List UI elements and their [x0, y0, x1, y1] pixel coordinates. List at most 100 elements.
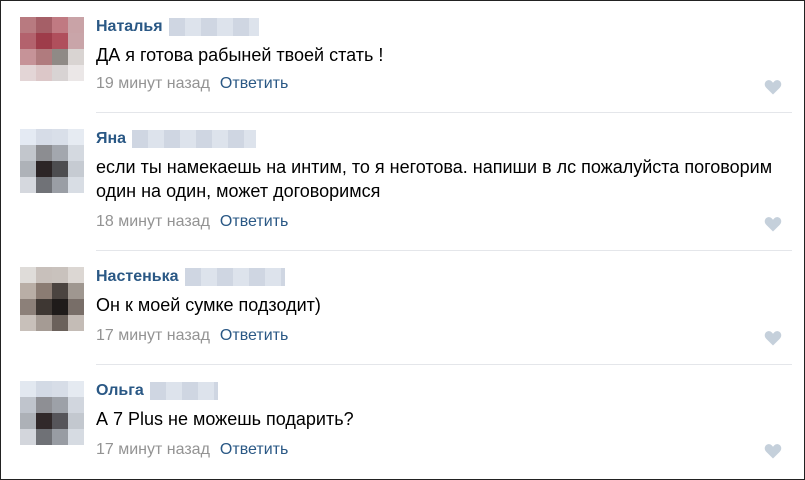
- comment-item: Настенька Он к моей сумке подзодит) 17 м…: [1, 251, 804, 365]
- avatar-pixel: [20, 267, 36, 283]
- avatar-pixel: [68, 397, 84, 413]
- avatar-pixel: [20, 129, 36, 145]
- avatar[interactable]: [20, 267, 84, 331]
- comment-time[interactable]: 19 минут назад: [96, 75, 210, 92]
- avatar-pixel: [20, 299, 36, 315]
- avatar-pixel: [52, 17, 68, 33]
- avatar-pixel: [68, 267, 84, 283]
- avatar-pixel: [36, 65, 52, 81]
- avatar[interactable]: [20, 17, 84, 81]
- heart-icon[interactable]: [764, 79, 782, 95]
- avatar-pixel: [36, 161, 52, 177]
- avatar-pixel: [36, 397, 52, 413]
- avatar-pixel: [36, 429, 52, 445]
- comment-text: Он к моей сумке подзодит): [96, 295, 321, 315]
- avatar-pixel: [36, 283, 52, 299]
- avatar[interactable]: [20, 129, 84, 193]
- avatar-pixel: [68, 17, 84, 33]
- comment-text: ДА я готова рабыней твоей стать !: [96, 45, 384, 65]
- avatar-pixel: [36, 315, 52, 331]
- author-row: Настенька: [96, 266, 285, 288]
- comment-text: А 7 Plus не можешь подарить?: [96, 409, 354, 429]
- heart-icon[interactable]: [764, 443, 782, 459]
- heart-icon[interactable]: [764, 216, 782, 232]
- avatar-pixel: [52, 315, 68, 331]
- avatar-pixel: [20, 49, 36, 65]
- reply-link[interactable]: Ответить: [220, 327, 288, 344]
- comment-item: Яна если ты намекаешь на интим, то я нег…: [1, 113, 804, 251]
- comment-meta: 17 минут назад Ответить: [96, 441, 288, 459]
- avatar-pixel: [52, 429, 68, 445]
- avatar-pixel: [52, 397, 68, 413]
- avatar-pixel: [20, 33, 36, 49]
- comment-text: если ты намекаешь на интим, то я неготов…: [96, 157, 773, 201]
- comment-time[interactable]: 17 минут назад: [96, 441, 210, 458]
- avatar-pixel: [68, 65, 84, 81]
- avatar-pixel: [36, 267, 52, 283]
- avatar-pixel: [36, 49, 52, 65]
- avatar-pixel: [52, 413, 68, 429]
- avatar-pixel: [20, 145, 36, 161]
- avatar-pixel: [20, 315, 36, 331]
- avatar-pixel: [68, 413, 84, 429]
- author-name[interactable]: Яна: [96, 130, 126, 148]
- avatar-pixel: [68, 315, 84, 331]
- avatar-pixel: [20, 177, 36, 193]
- reply-link[interactable]: Ответить: [220, 75, 288, 92]
- avatar-pixel: [20, 283, 36, 299]
- avatar-pixel: [52, 283, 68, 299]
- comment-item: Ольга А 7 Plus не можешь подарить? 17 ми…: [1, 365, 804, 479]
- heart-icon[interactable]: [764, 330, 782, 346]
- avatar-pixel: [52, 65, 68, 81]
- avatar-pixel: [20, 161, 36, 177]
- avatar-pixel: [20, 413, 36, 429]
- avatar-pixel: [36, 299, 52, 315]
- blurred-surname: [132, 130, 257, 148]
- comment-item: Наталья ДА я готова рабыней твоей стать …: [1, 1, 804, 113]
- avatar-pixel: [68, 161, 84, 177]
- avatar-pixel: [52, 381, 68, 397]
- avatar-pixel: [20, 397, 36, 413]
- reply-link[interactable]: Ответить: [220, 441, 288, 458]
- avatar-pixel: [68, 177, 84, 193]
- comment-meta: 18 минут назад Ответить: [96, 213, 288, 231]
- avatar[interactable]: [20, 381, 84, 445]
- avatar-pixel: [36, 381, 52, 397]
- avatar-pixel: [68, 429, 84, 445]
- blurred-surname: [168, 18, 259, 36]
- avatar-pixel: [68, 33, 84, 49]
- avatar-pixel: [20, 381, 36, 397]
- avatar-pixel: [52, 49, 68, 65]
- avatar-pixel: [36, 177, 52, 193]
- avatar-pixel: [36, 413, 52, 429]
- author-name[interactable]: Наталья: [96, 18, 163, 36]
- avatar-pixel: [36, 145, 52, 161]
- blurred-surname: [184, 268, 285, 286]
- avatar-pixel: [68, 145, 84, 161]
- comment-meta: 17 минут назад Ответить: [96, 327, 288, 345]
- avatar-pixel: [68, 299, 84, 315]
- avatar-pixel: [52, 33, 68, 49]
- avatar-pixel: [52, 299, 68, 315]
- comment-meta: 19 минут назад Ответить: [96, 75, 288, 93]
- avatar-pixel: [68, 129, 84, 145]
- avatar-pixel: [68, 49, 84, 65]
- avatar-pixel: [52, 129, 68, 145]
- avatar-pixel: [68, 381, 84, 397]
- author-row: Наталья: [96, 16, 259, 38]
- author-name[interactable]: Ольга: [96, 382, 144, 400]
- avatar-pixel: [20, 429, 36, 445]
- avatar-pixel: [52, 161, 68, 177]
- author-name[interactable]: Настенька: [96, 268, 179, 286]
- avatar-pixel: [20, 17, 36, 33]
- reply-link[interactable]: Ответить: [220, 213, 288, 230]
- avatar-pixel: [36, 129, 52, 145]
- avatar-pixel: [36, 17, 52, 33]
- avatar-pixel: [52, 145, 68, 161]
- comment-time[interactable]: 18 минут назад: [96, 213, 210, 230]
- blurred-surname: [149, 382, 218, 400]
- comment-time[interactable]: 17 минут назад: [96, 327, 210, 344]
- avatar-pixel: [52, 267, 68, 283]
- avatar-pixel: [20, 65, 36, 81]
- author-row: Яна: [96, 128, 257, 150]
